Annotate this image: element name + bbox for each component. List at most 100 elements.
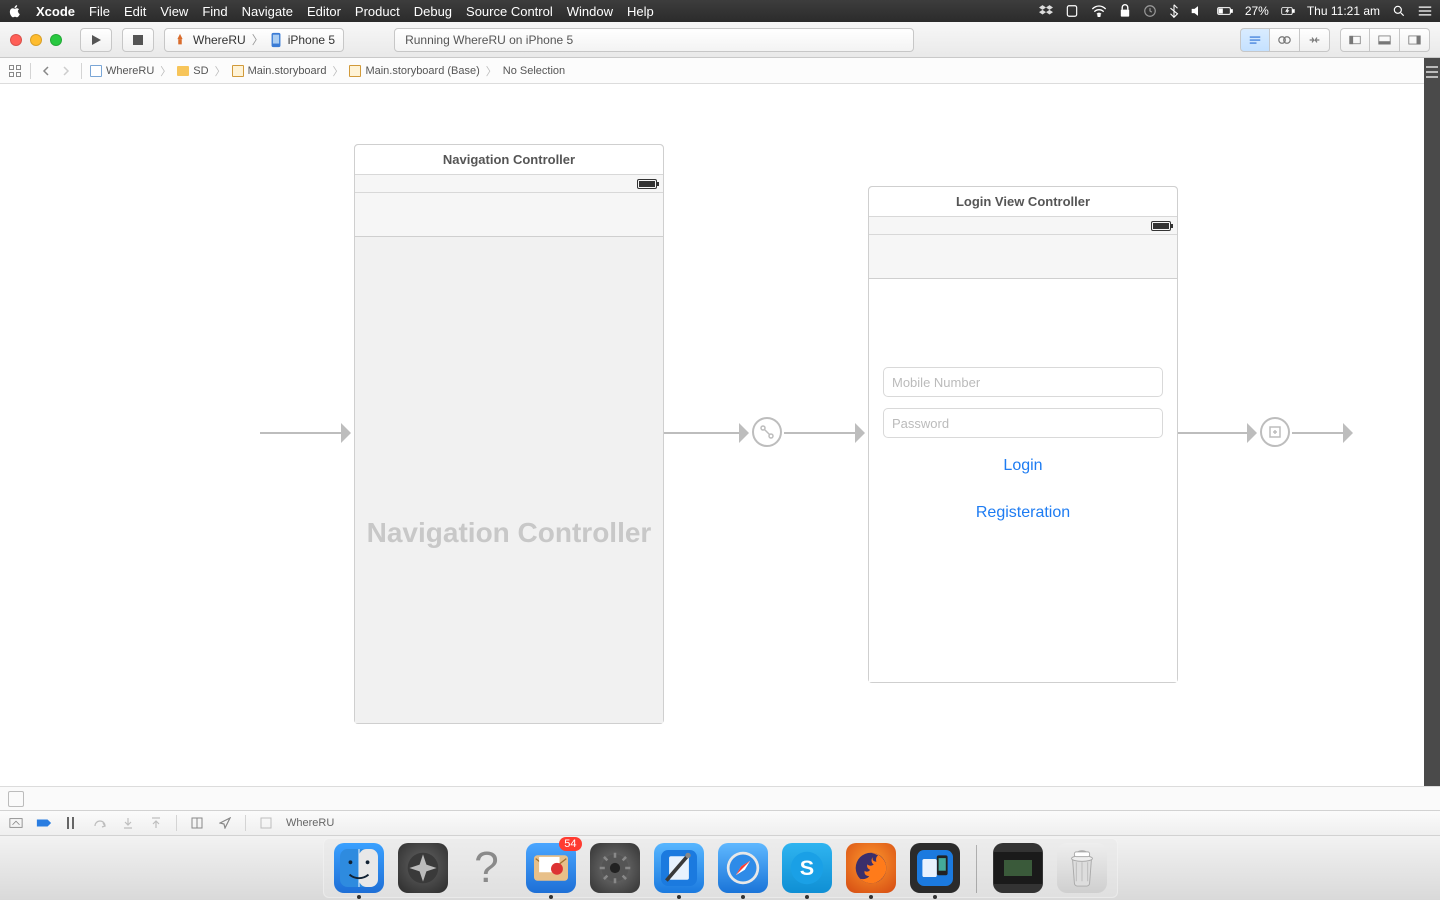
lock-icon[interactable] — [1119, 4, 1131, 18]
menu-source-control[interactable]: Source Control — [466, 4, 553, 19]
battery-percent: 27% — [1245, 4, 1269, 18]
scene-title: Login View Controller — [869, 187, 1177, 217]
process-name[interactable]: WhereRU — [286, 817, 334, 829]
continue-icon[interactable] — [64, 815, 80, 831]
battery-status-icon[interactable] — [1217, 5, 1233, 17]
storyboard-icon — [349, 65, 361, 77]
dock-area: ? 54 S — [0, 836, 1440, 900]
scene-body: Mobile Number Password Login Registerati… — [869, 279, 1177, 682]
wifi-icon[interactable] — [1091, 5, 1107, 17]
assistant-editor-button[interactable] — [1270, 28, 1300, 52]
window-traffic-lights — [10, 34, 62, 46]
dock-firefox[interactable] — [846, 843, 896, 893]
dock-launchpad[interactable] — [398, 843, 448, 893]
apple-menu-icon[interactable] — [8, 4, 22, 18]
menu-product[interactable]: Product — [355, 4, 400, 19]
menu-window[interactable]: Window — [567, 4, 613, 19]
menu-navigate[interactable]: Navigate — [242, 4, 293, 19]
dock-trash[interactable] — [1057, 843, 1107, 893]
menu-find[interactable]: Find — [202, 4, 227, 19]
crumb-storyboard[interactable]: Main.storyboard — [232, 65, 327, 77]
background-window-sliver — [1424, 58, 1440, 786]
dock-system-preferences[interactable] — [590, 843, 640, 893]
scheme-device: iPhone 5 — [288, 33, 335, 47]
volume-icon[interactable] — [1191, 5, 1205, 17]
dock-simulator[interactable] — [910, 843, 960, 893]
step-into-icon[interactable] — [120, 815, 136, 831]
login-button[interactable]: Login — [869, 457, 1177, 475]
scene-body: Navigation Controller — [355, 237, 663, 723]
stop-button[interactable] — [122, 28, 154, 52]
menu-debug[interactable]: Debug — [414, 4, 452, 19]
notification-center-icon[interactable] — [1418, 5, 1432, 17]
toggle-utilities-button[interactable] — [1400, 28, 1430, 52]
dock-minimized-window[interactable] — [993, 843, 1043, 893]
process-icon — [258, 815, 274, 831]
scene-statusbar — [869, 217, 1177, 235]
spotlight-icon[interactable] — [1392, 4, 1406, 18]
scene-title: Navigation Controller — [355, 145, 663, 175]
toggle-navigator-button[interactable] — [1340, 28, 1370, 52]
window-close-button[interactable] — [10, 34, 22, 46]
crumb-folder[interactable]: SD — [177, 65, 208, 77]
menu-file[interactable]: File — [89, 4, 110, 19]
storyboard-canvas[interactable]: Navigation Controller Navigation Control… — [0, 84, 1440, 786]
version-editor-button[interactable] — [1300, 28, 1330, 52]
mail-badge: 54 — [559, 837, 581, 851]
dock-skype[interactable]: S — [782, 843, 832, 893]
segue-show-icon[interactable] — [1260, 417, 1290, 447]
scheme-selector[interactable]: WhereRU 〉 iPhone 5 — [164, 28, 344, 52]
document-outline-toggle-icon[interactable] — [8, 791, 24, 807]
scene-navbar — [869, 235, 1177, 279]
bluetooth-icon[interactable] — [1169, 4, 1179, 18]
breakpoint-toggle-icon[interactable] — [36, 815, 52, 831]
storyboard-icon — [232, 65, 244, 77]
menu-view[interactable]: View — [160, 4, 188, 19]
evernote-icon[interactable] — [1065, 4, 1079, 18]
step-out-icon[interactable] — [148, 815, 164, 831]
view-debug-icon[interactable] — [189, 815, 205, 831]
battery-icon — [1151, 221, 1171, 231]
dock-finder[interactable] — [334, 843, 384, 893]
scene-login-view-controller[interactable]: Login View Controller Mobile Number Pass… — [868, 186, 1178, 683]
editor-mode-segmented — [1240, 28, 1330, 52]
toggle-debug-button[interactable] — [1370, 28, 1400, 52]
nav-back-button[interactable] — [39, 64, 53, 78]
related-items-icon[interactable] — [8, 64, 22, 78]
dock-mail[interactable]: 54 — [526, 843, 576, 893]
dock-xcode[interactable] — [654, 843, 704, 893]
macos-menubar: Xcode File Edit View Find Navigate Edito… — [0, 0, 1440, 22]
location-icon[interactable] — [217, 815, 233, 831]
mobile-number-field[interactable]: Mobile Number — [883, 367, 1163, 397]
clock[interactable]: Thu 11:21 am — [1307, 4, 1380, 18]
crumb-storyboard-base[interactable]: Main.storyboard (Base) — [349, 65, 479, 77]
app-name[interactable]: Xcode — [36, 4, 75, 19]
menu-edit[interactable]: Edit — [124, 4, 146, 19]
dropbox-icon[interactable] — [1039, 4, 1053, 18]
debug-bar: WhereRU — [0, 810, 1440, 836]
menu-editor[interactable]: Editor — [307, 4, 341, 19]
scheme-target: WhereRU — [193, 33, 246, 47]
nav-forward-button[interactable] — [59, 64, 73, 78]
standard-editor-button[interactable] — [1240, 28, 1270, 52]
crumb-project[interactable]: WhereRU — [90, 65, 154, 77]
window-zoom-button[interactable] — [50, 34, 62, 46]
scene-navigation-controller[interactable]: Navigation Controller Navigation Control… — [354, 144, 664, 724]
registration-button[interactable]: Registeration — [869, 504, 1177, 522]
timemachine-icon[interactable] — [1143, 4, 1157, 18]
scene-navbar — [355, 193, 663, 237]
dock-help[interactable]: ? — [462, 843, 512, 893]
step-over-icon[interactable] — [92, 815, 108, 831]
initial-arrow — [260, 432, 350, 434]
run-button[interactable] — [80, 28, 112, 52]
password-field[interactable]: Password — [883, 408, 1163, 438]
menu-help[interactable]: Help — [627, 4, 654, 19]
segue-arrow-2b — [1292, 432, 1352, 434]
window-minimize-button[interactable] — [30, 34, 42, 46]
scene-statusbar — [355, 175, 663, 193]
crumb-selection[interactable]: No Selection — [503, 65, 565, 77]
segue-relationship-icon[interactable] — [752, 417, 782, 447]
dock-safari[interactable] — [718, 843, 768, 893]
hide-debug-icon[interactable] — [8, 815, 24, 831]
canvas-footer — [0, 786, 1440, 810]
